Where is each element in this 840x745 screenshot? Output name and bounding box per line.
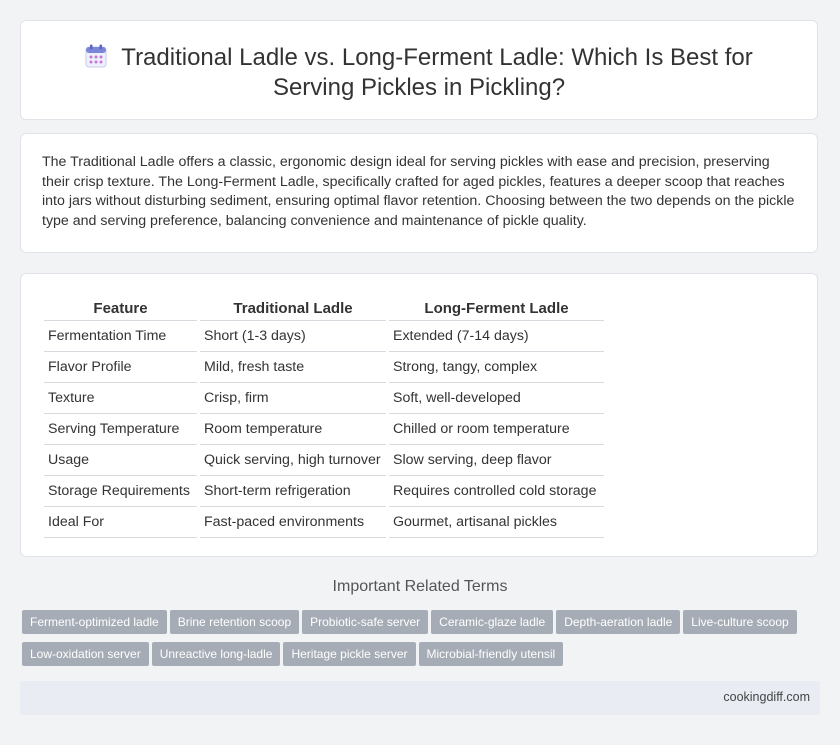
table-cell: Short (1-3 days) xyxy=(200,321,386,352)
table-row: Flavor Profile Mild, fresh taste Strong,… xyxy=(44,352,604,383)
related-terms-heading: Important Related Terms xyxy=(332,578,508,595)
table-cell: Quick serving, high turnover xyxy=(200,445,386,476)
footer-site-link[interactable]: cookingdiff.com xyxy=(723,690,810,704)
table-cell: Storage Requirements xyxy=(44,476,197,507)
table-cell: Soft, well-developed xyxy=(389,383,604,414)
related-term-tag[interactable]: Low-oxidation server xyxy=(22,642,149,666)
comparison-card: Feature Traditional Ladle Long-Ferment L… xyxy=(20,273,818,557)
intro-card: The Traditional Ladle offers a classic, … xyxy=(20,133,818,253)
table-cell: Usage xyxy=(44,445,197,476)
table-cell: Flavor Profile xyxy=(44,352,197,383)
table-cell: Requires controlled cold storage xyxy=(389,476,604,507)
table-cell: Extended (7-14 days) xyxy=(389,321,604,352)
related-terms-list: Ferment-optimized ladle Brine retention s… xyxy=(22,610,822,674)
table-row: Storage Requirements Short-term refriger… xyxy=(44,476,604,507)
page-title: Traditional Ladle vs. Long-Ferment Ladle… xyxy=(21,43,817,103)
table-cell: Fast-paced environments xyxy=(200,507,386,538)
table-cell: Chilled or room temperature xyxy=(389,414,604,445)
related-term-tag[interactable]: Depth-aeration ladle xyxy=(556,610,681,634)
table-cell: Crisp, firm xyxy=(200,383,386,414)
table-cell: Mild, fresh taste xyxy=(200,352,386,383)
related-term-tag[interactable]: Unreactive long-ladle xyxy=(151,642,281,666)
table-cell: Short-term refrigeration xyxy=(200,476,386,507)
table-header-row: Feature Traditional Ladle Long-Ferment L… xyxy=(44,294,604,321)
related-term-tag[interactable]: Heritage pickle server xyxy=(283,642,416,666)
comparison-table: Feature Traditional Ladle Long-Ferment L… xyxy=(41,294,607,538)
header-feature: Feature xyxy=(44,294,197,321)
table-row: Serving Temperature Room temperature Chi… xyxy=(44,414,604,445)
related-term-tag[interactable]: Ferment-optimized ladle xyxy=(22,610,167,634)
table-cell: Fermentation Time xyxy=(44,321,197,352)
table-cell: Strong, tangy, complex xyxy=(389,352,604,383)
header-traditional-ladle: Traditional Ladle xyxy=(200,294,386,321)
table-cell: Serving Temperature xyxy=(44,414,197,445)
title-line-1: Traditional Ladle vs. Long-Ferment Ladle… xyxy=(121,44,753,71)
table-row: Texture Crisp, firm Soft, well-developed xyxy=(44,383,604,414)
header-long-ferment-ladle: Long-Ferment Ladle xyxy=(389,294,604,321)
table-row: Usage Quick serving, high turnover Slow … xyxy=(44,445,604,476)
intro-paragraph: The Traditional Ladle offers a classic, … xyxy=(42,154,795,229)
related-term-tag[interactable]: Microbial-friendly utensil xyxy=(418,642,564,666)
table-cell: Slow serving, deep flavor xyxy=(389,445,604,476)
related-term-tag[interactable]: Live-culture scoop xyxy=(683,610,797,634)
table-cell: Ideal For xyxy=(44,507,197,538)
related-term-tag[interactable]: Brine retention scoop xyxy=(169,610,300,634)
table-row: Ideal For Fast-paced environments Gourme… xyxy=(44,507,604,538)
table-cell: Room temperature xyxy=(200,414,386,445)
title-line-2: Serving Pickles in Pickling? xyxy=(272,74,566,101)
table-row: Fermentation Time Short (1-3 days) Exten… xyxy=(44,321,604,352)
footer: cookingdiff.com xyxy=(20,681,820,715)
table-cell: Gourmet, artisanal pickles xyxy=(389,507,604,538)
related-term-tag[interactable]: Probiotic-safe server xyxy=(302,610,429,634)
title-card: Traditional Ladle vs. Long-Ferment Ladle… xyxy=(20,20,818,120)
calendar-icon xyxy=(85,44,107,68)
table-cell: Texture xyxy=(44,383,197,414)
related-term-tag[interactable]: Ceramic-glaze ladle xyxy=(431,610,554,634)
